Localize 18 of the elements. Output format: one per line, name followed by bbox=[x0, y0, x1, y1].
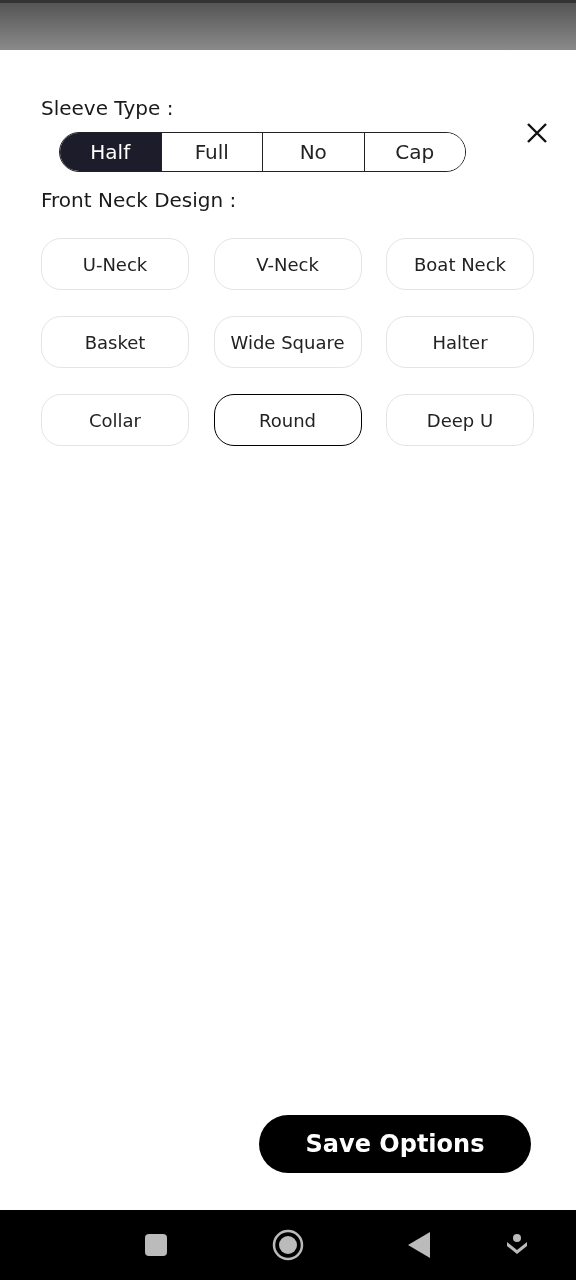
option-chip[interactable]: V-Neck bbox=[213, 238, 362, 290]
option-chip[interactable]: Halter bbox=[386, 316, 534, 368]
option-chip[interactable]: Collar bbox=[41, 394, 189, 446]
option-chip[interactable]: Deep U bbox=[386, 394, 534, 446]
option-chip[interactable]: U-Neck bbox=[41, 238, 189, 290]
option-chip[interactable]: Round bbox=[213, 394, 362, 446]
segment-tab[interactable]: Cap bbox=[363, 133, 465, 171]
option-chip[interactable]: Wide Square bbox=[213, 316, 362, 368]
close-icon[interactable] bbox=[526, 122, 548, 144]
save-button[interactable]: Save Options bbox=[259, 1115, 531, 1173]
back-icon[interactable] bbox=[408, 1232, 430, 1258]
square-icon[interactable] bbox=[145, 1234, 167, 1256]
option-chip[interactable]: Boat Neck bbox=[386, 238, 534, 290]
segment-tab[interactable]: Half bbox=[60, 133, 161, 171]
home-icon[interactable] bbox=[272, 1229, 304, 1261]
section-label: Front Neck Design : bbox=[41, 188, 238, 212]
section-label: Sleeve Type : bbox=[41, 96, 175, 120]
option-chip[interactable]: Basket bbox=[41, 316, 189, 368]
